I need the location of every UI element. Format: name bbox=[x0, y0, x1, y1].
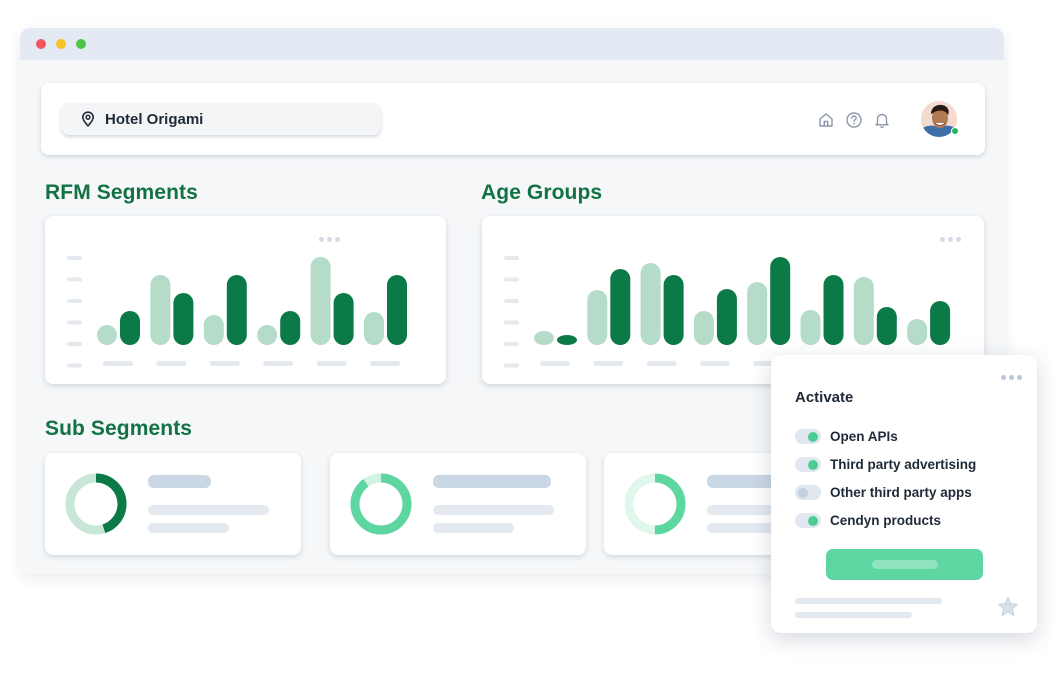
option-third-party-advertising[interactable]: Third party advertising bbox=[795, 457, 976, 472]
y-axis-tick-placeholder bbox=[504, 277, 519, 282]
chart-bar bbox=[97, 325, 117, 345]
minimize-window-dot[interactable] bbox=[56, 39, 66, 49]
chart-bar bbox=[257, 325, 278, 345]
option-cendyn-products[interactable]: Cendyn products bbox=[795, 513, 941, 528]
location-selector[interactable]: Hotel Origami bbox=[61, 103, 381, 135]
x-axis-label-placeholder bbox=[156, 361, 187, 366]
chart-bar bbox=[587, 290, 608, 345]
chart-bar bbox=[150, 275, 171, 345]
skeleton-line bbox=[795, 612, 912, 618]
sub-segments-title: Sub Segments bbox=[45, 417, 193, 440]
chart-bar bbox=[120, 311, 140, 345]
rfm-segments-chart bbox=[67, 256, 407, 368]
chart-bar bbox=[534, 331, 554, 345]
chart-bar bbox=[310, 257, 331, 345]
sub-segment-card[interactable] bbox=[330, 453, 586, 555]
y-axis-tick-placeholder bbox=[67, 320, 82, 325]
chart-bar bbox=[747, 282, 768, 345]
chart-bar bbox=[716, 289, 737, 345]
chart-bar bbox=[930, 301, 951, 345]
top-header: Hotel Origami bbox=[41, 83, 985, 155]
activate-popup: Activate Open APIs Third party advertisi… bbox=[771, 355, 1037, 633]
skeleton-line bbox=[433, 475, 551, 488]
rfm-segments-chart-card bbox=[45, 216, 446, 384]
chart-bar bbox=[663, 275, 684, 345]
x-axis-label-placeholder bbox=[699, 361, 730, 366]
option-other-third-party-apps[interactable]: Other third party apps bbox=[795, 485, 972, 500]
x-axis-label-placeholder bbox=[540, 361, 570, 366]
x-axis-label-placeholder bbox=[316, 361, 347, 366]
sub-segment-card[interactable] bbox=[45, 453, 301, 555]
chart-bar bbox=[226, 275, 247, 345]
x-axis-label-placeholder bbox=[593, 361, 624, 366]
y-axis-tick-placeholder bbox=[504, 256, 519, 260]
chart-bar bbox=[907, 319, 928, 345]
rfm-segments-title: RFM Segments bbox=[45, 181, 198, 204]
y-axis-tick-placeholder bbox=[504, 320, 519, 325]
y-axis-tick-placeholder bbox=[504, 342, 519, 346]
age-groups-title: Age Groups bbox=[481, 181, 603, 204]
chart-bar bbox=[610, 269, 631, 345]
option-label: Other third party apps bbox=[830, 485, 972, 500]
chart-bar bbox=[876, 307, 897, 345]
y-axis-tick-placeholder bbox=[67, 256, 82, 260]
star-icon[interactable] bbox=[996, 595, 1020, 619]
y-axis-tick-placeholder bbox=[504, 299, 519, 303]
donut-value-arc bbox=[350, 473, 412, 535]
skeleton-line bbox=[148, 505, 269, 515]
y-axis-tick-placeholder bbox=[67, 342, 82, 346]
chart-bar bbox=[203, 315, 224, 345]
skeleton-line bbox=[148, 523, 229, 533]
y-axis-tick-placeholder bbox=[67, 299, 82, 303]
toggle-switch[interactable] bbox=[795, 485, 821, 500]
chart-bar bbox=[693, 311, 714, 345]
sub-segment-donut bbox=[65, 473, 127, 535]
chart-bar bbox=[770, 257, 791, 345]
skeleton-line bbox=[148, 475, 211, 488]
activate-title: Activate bbox=[795, 389, 854, 406]
more-options-icon[interactable] bbox=[1001, 375, 1022, 380]
chart-bar bbox=[387, 275, 407, 345]
chart-bar bbox=[364, 312, 384, 345]
x-axis-label-placeholder bbox=[263, 361, 294, 366]
maximize-window-dot[interactable] bbox=[76, 39, 86, 49]
close-window-dot[interactable] bbox=[36, 39, 46, 49]
skeleton-line bbox=[795, 598, 942, 604]
chart-bar bbox=[853, 277, 874, 345]
chart-bar bbox=[823, 275, 844, 345]
online-status-dot bbox=[951, 127, 959, 135]
option-label: Third party advertising bbox=[830, 457, 977, 472]
location-name: Hotel Origami bbox=[105, 110, 204, 128]
chart-bar bbox=[333, 293, 354, 345]
toggle-switch[interactable] bbox=[795, 429, 821, 444]
option-label: Cendyn products bbox=[830, 513, 942, 528]
option-open-apis[interactable]: Open APIs bbox=[795, 429, 898, 444]
y-axis-tick-placeholder bbox=[67, 277, 82, 282]
map-pin-icon bbox=[81, 111, 95, 127]
sub-segment-donut bbox=[624, 473, 686, 535]
toggle-switch[interactable] bbox=[795, 513, 821, 528]
x-axis-label-placeholder bbox=[646, 361, 677, 366]
skeleton-line bbox=[433, 523, 514, 533]
chart-bar bbox=[280, 311, 301, 345]
y-axis-tick-placeholder bbox=[67, 363, 82, 368]
chart-bar bbox=[173, 293, 194, 345]
header-icons bbox=[817, 111, 891, 129]
chart-bar bbox=[800, 310, 821, 345]
home-icon[interactable] bbox=[817, 111, 835, 129]
skeleton-line bbox=[433, 505, 554, 515]
x-axis-label-placeholder bbox=[209, 361, 240, 366]
x-axis-label-placeholder bbox=[370, 361, 400, 366]
bell-icon[interactable] bbox=[873, 111, 891, 129]
x-axis-label-placeholder bbox=[103, 361, 133, 366]
activate-button[interactable] bbox=[826, 549, 983, 580]
sub-segment-donut bbox=[350, 473, 412, 535]
y-axis-tick-placeholder bbox=[504, 363, 519, 368]
help-icon[interactable] bbox=[845, 111, 863, 129]
chart-bar bbox=[557, 335, 577, 345]
option-label: Open APIs bbox=[830, 429, 898, 444]
chart-bar bbox=[640, 263, 661, 345]
toggle-switch[interactable] bbox=[795, 457, 821, 472]
window-titlebar bbox=[20, 28, 1004, 60]
